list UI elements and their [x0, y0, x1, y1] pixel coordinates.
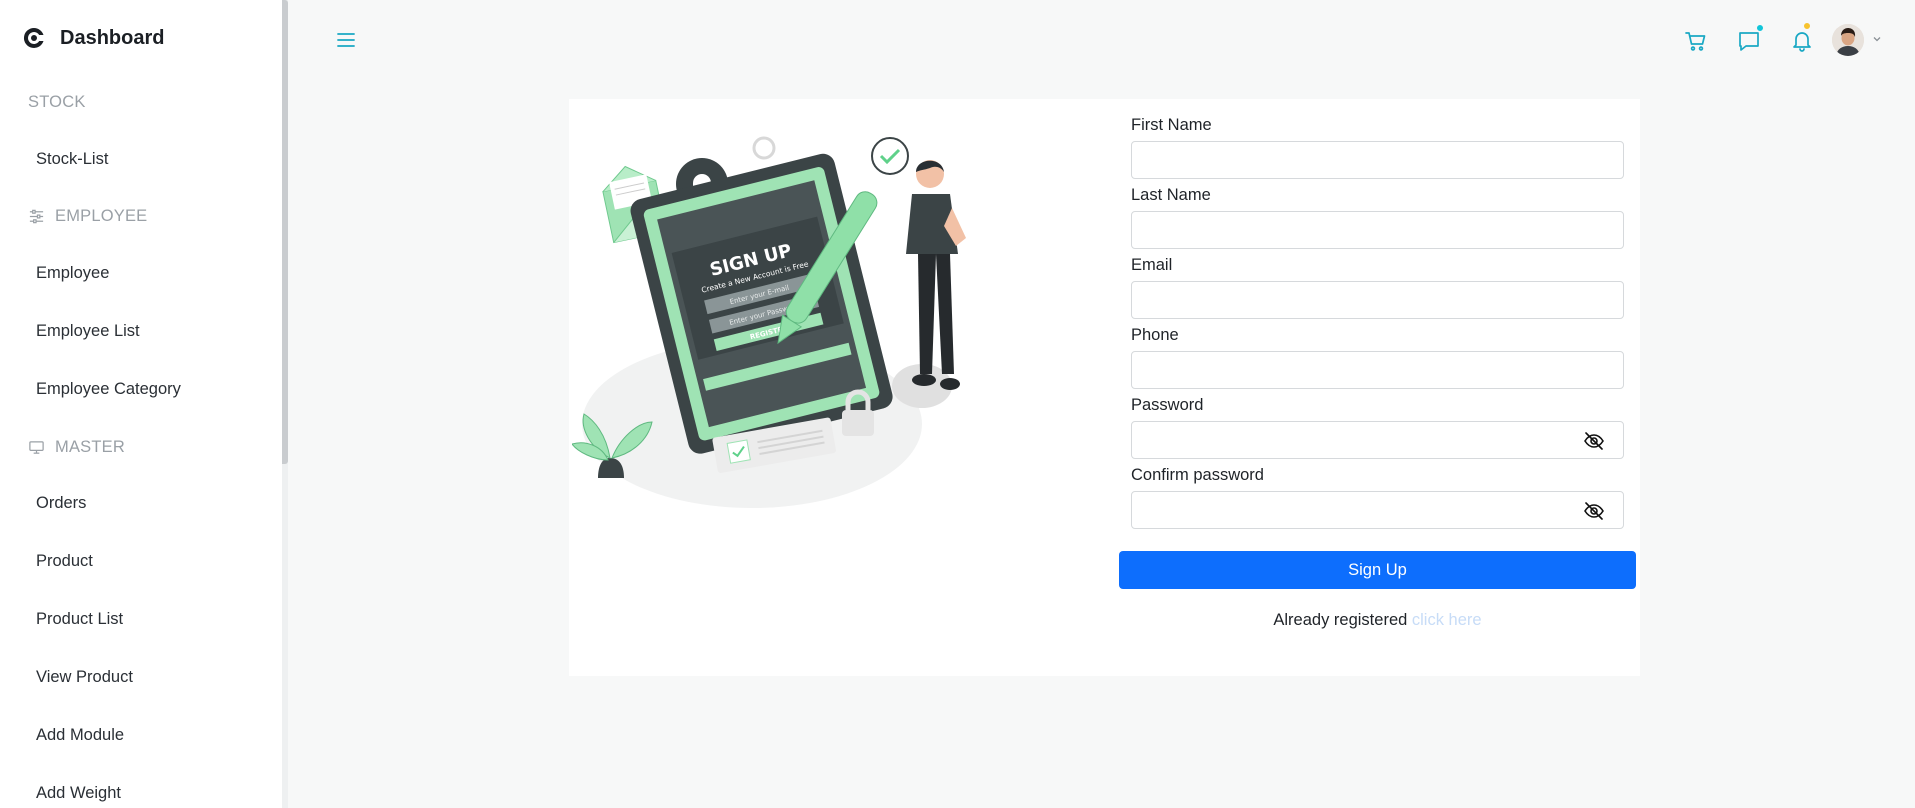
sidebar-item-employee[interactable]: Employee: [36, 264, 109, 283]
phone-label: Phone: [1131, 326, 1179, 344]
cart-icon: [1685, 32, 1706, 51]
bell-icon: [1793, 32, 1811, 52]
confirm-password-field-wrapper: [1131, 491, 1624, 529]
signup-illustration: SIGN UP Create a New Account is Free Ent…: [572, 136, 966, 508]
password-field-wrapper: [1131, 421, 1624, 459]
last-name-group: Last Name: [1131, 186, 1624, 249]
brand-name: Dashboard: [60, 26, 165, 49]
avatar[interactable]: [1832, 24, 1864, 56]
sidebar-heading-master: MASTER: [28, 438, 125, 457]
sidebar-heading-label: MASTER: [55, 438, 125, 456]
already-registered-text: Already registered click here: [1119, 611, 1636, 630]
email-label: Email: [1131, 256, 1173, 274]
chevron-down-icon[interactable]: [1871, 33, 1883, 45]
confirm-password-input[interactable]: [1132, 492, 1623, 528]
cart-button[interactable]: [1683, 28, 1709, 54]
first-name-input[interactable]: [1132, 142, 1623, 178]
sliders-icon: [29, 209, 44, 224]
confirm-password-label: Confirm password: [1131, 466, 1264, 484]
sidebar-item-product[interactable]: Product: [36, 552, 93, 571]
messages-button[interactable]: [1736, 24, 1764, 54]
sidebar-item-add-module[interactable]: Add Module: [36, 726, 124, 745]
eye-slash-icon[interactable]: [1583, 502, 1605, 520]
monitor-icon: [29, 441, 44, 454]
confirm-password-group: Confirm password: [1131, 466, 1624, 529]
phone-input[interactable]: [1132, 352, 1623, 388]
eye-slash-icon[interactable]: [1583, 432, 1605, 450]
phone-field-wrapper: [1131, 351, 1624, 389]
sidebar-heading-stock: STOCK: [28, 93, 86, 112]
password-input[interactable]: [1132, 422, 1623, 458]
last-name-label: Last Name: [1131, 186, 1211, 204]
sidebar-heading-employee: EMPLOYEE: [28, 207, 147, 226]
sidebar-item-view-product[interactable]: View Product: [36, 668, 133, 687]
already-registered-label: Already registered: [1273, 611, 1408, 629]
password-label: Password: [1131, 396, 1204, 414]
brand[interactable]: Dashboard: [22, 24, 164, 52]
first-name-group: First Name: [1131, 116, 1624, 179]
sidebar-item-employee-category[interactable]: Employee Category: [36, 380, 181, 399]
sidebar-heading-label: STOCK: [28, 93, 86, 111]
sidebar-heading-label: EMPLOYEE: [55, 207, 148, 225]
sidebar-item-add-weight[interactable]: Add Weight: [36, 784, 121, 803]
email-input[interactable]: [1132, 282, 1623, 318]
last-name-field-wrapper: [1131, 211, 1624, 249]
sidebar-item-orders[interactable]: Orders: [36, 494, 86, 513]
email-group: Email: [1131, 256, 1624, 319]
signup-button[interactable]: Sign Up: [1119, 551, 1636, 589]
email-field-wrapper: [1131, 281, 1624, 319]
bell-badge: [1803, 22, 1811, 30]
sidebar: Dashboard STOCK Stock-List EMPLOYEE Empl…: [0, 0, 282, 808]
first-name-field-wrapper: [1131, 141, 1624, 179]
sidebar-item-employee-list[interactable]: Employee List: [36, 322, 140, 341]
menu-icon[interactable]: [336, 30, 356, 50]
last-name-input[interactable]: [1132, 212, 1623, 248]
login-link[interactable]: click here: [1412, 611, 1482, 629]
password-group: Password: [1131, 396, 1624, 459]
notifications-button[interactable]: [1789, 22, 1815, 54]
user-avatar-icon: [1832, 24, 1864, 56]
sidebar-item-product-list[interactable]: Product List: [36, 610, 123, 629]
first-name-label: First Name: [1131, 116, 1212, 134]
sidebar-item-stock-list[interactable]: Stock-List: [36, 150, 108, 169]
chat-badge: [1756, 24, 1764, 32]
sidebar-scrollbar[interactable]: [282, 0, 288, 464]
brand-logo-icon: [23, 27, 44, 48]
phone-group: Phone: [1131, 326, 1624, 389]
